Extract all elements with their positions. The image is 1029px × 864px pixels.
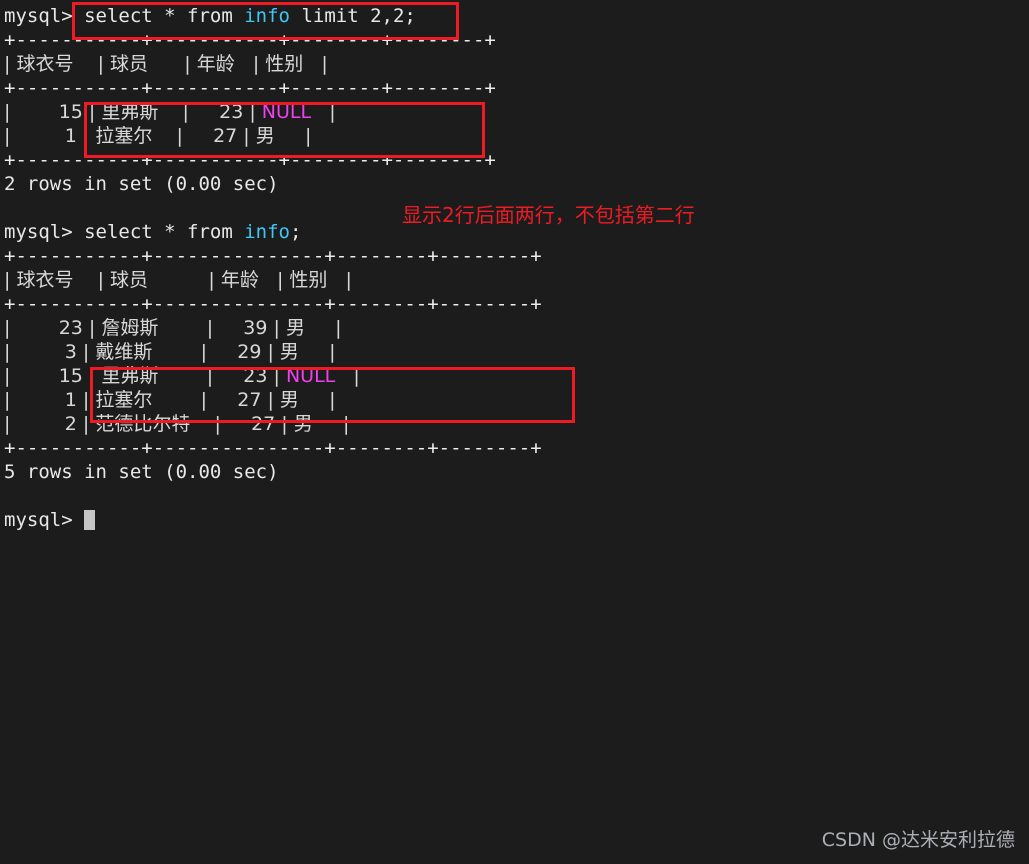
sql-keywords-2: select * from bbox=[84, 221, 245, 243]
terminal-line-prompt-2: mysql> select * from info; bbox=[4, 220, 301, 244]
sql-keywords-1: select * from bbox=[84, 5, 245, 27]
sql-clause-1: limit 2,2; bbox=[290, 5, 416, 27]
prompt-label-3: mysql> bbox=[4, 509, 85, 531]
table2-header-row: | 球衣号 | 球员 | 年龄 | 性别 | bbox=[4, 269, 352, 291]
table1-row-1: | 15 | 里弗斯 | 23 | NULL | bbox=[4, 100, 336, 124]
table1-row-1-tail: | bbox=[311, 101, 336, 123]
terminal-screen[interactable]: mysql> select * from info limit 2,2; +--… bbox=[0, 0, 1029, 864]
table2-border-bottom: +-----------+---------------+--------+--… bbox=[4, 437, 542, 459]
table2-border-header: +-----------+---------------+--------+--… bbox=[4, 293, 542, 315]
annotation-note-text: 显示2行后面两行，不包括第二行 bbox=[402, 203, 695, 227]
table1-border-top: +-----------+-----------+--------+------… bbox=[4, 29, 496, 51]
table1-border-bottom: +-----------+-----------+--------+------… bbox=[4, 149, 496, 171]
table2-row-4: | 1 | 拉塞尔 | 27 | 男 | bbox=[4, 389, 336, 411]
prompt-label-2: mysql> bbox=[4, 221, 85, 243]
sql-table-identifier-1: info bbox=[244, 5, 290, 27]
table1-row-1-text: | 15 | 里弗斯 | 23 | bbox=[4, 101, 262, 123]
table2-row-3-tail: | bbox=[335, 365, 360, 387]
sql-clause-2: ; bbox=[290, 221, 302, 243]
table2-row-3-text: | 15 | 里弗斯 | 23 | bbox=[4, 365, 286, 387]
terminal-line-prompt-1: mysql> select * from info limit 2,2; bbox=[4, 4, 416, 28]
terminal-line-prompt-3[interactable]: mysql> bbox=[4, 508, 96, 532]
table2-result-status: 5 rows in set (0.00 sec) bbox=[4, 461, 279, 483]
table1-row-2: | 1 | 拉塞尔 | 27 | 男 | bbox=[4, 125, 312, 147]
table1-result-status: 2 rows in set (0.00 sec) bbox=[4, 173, 279, 195]
csdn-watermark: CSDN @达米安利拉德 bbox=[821, 829, 1015, 851]
table1-border-header: +-----------+-----------+--------+------… bbox=[4, 77, 496, 99]
table2-row-5: | 2 | 范德比尔特 | 27 | 男 | bbox=[4, 413, 350, 435]
sql-table-identifier-2: info bbox=[244, 221, 290, 243]
table2-border-top: +-----------+---------------+--------+--… bbox=[4, 245, 542, 267]
table2-row-2: | 3 | 戴维斯 | 29 | 男 | bbox=[4, 341, 336, 363]
text-cursor bbox=[84, 510, 96, 530]
table1-row-1-null-value: NULL bbox=[261, 101, 312, 123]
table1-header-row: | 球衣号 | 球员 | 年龄 | 性别 | bbox=[4, 53, 328, 75]
prompt-label-1: mysql> bbox=[4, 5, 85, 27]
table2-row-1: | 23 | 詹姆斯 | 39 | 男 | bbox=[4, 317, 342, 339]
table2-row-3-null-value: NULL bbox=[285, 365, 336, 387]
table2-row-3: | 15 | 里弗斯 | 23 | NULL | bbox=[4, 364, 360, 388]
